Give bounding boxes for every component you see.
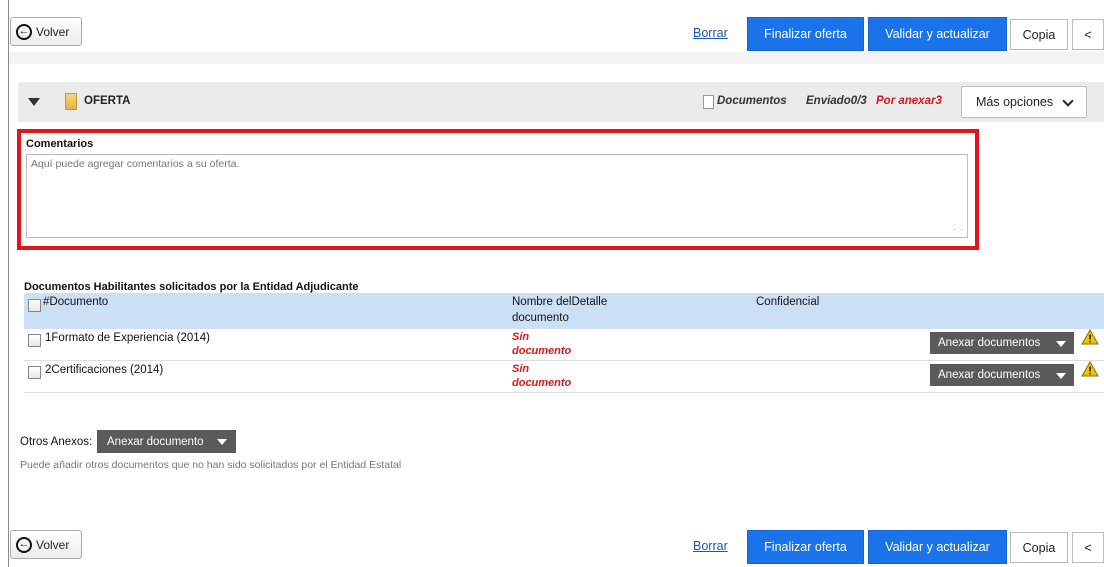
dropdown-arrow-icon [1056, 373, 1066, 379]
documentos-label: Documentos [717, 95, 787, 107]
col-nombre-line2: documento [512, 312, 569, 324]
back-arrow-icon: ← [16, 23, 32, 40]
table-row: 1Formato de Experiencia (2014) Sin docum… [24, 329, 1104, 361]
document-name: 1Formato de Experiencia (2014) [45, 332, 210, 344]
folder-icon [65, 93, 77, 110]
anexar-documentos-button[interactable]: Anexar documentos [930, 364, 1074, 386]
validar-actualizar-button[interactable]: Validar y actualizar [868, 17, 1007, 51]
anexar-documento-label: Anexar documento [107, 435, 204, 448]
back-arrow-icon: ← [16, 536, 32, 553]
dropdown-arrow-icon [217, 439, 227, 445]
enviado-count: Enviado0/3 [806, 95, 867, 107]
document-status: Sin documento [512, 330, 582, 358]
anexar-documentos-button[interactable]: Anexar documentos [930, 332, 1074, 354]
document-name: 2Certificaciones (2014) [45, 364, 164, 376]
borrar-link[interactable]: Borrar [693, 26, 728, 40]
otros-anexos-label: Otros Anexos: [20, 436, 93, 448]
volver-button[interactable]: ← Volver [10, 530, 82, 559]
mas-opciones-label: Más opciones [976, 95, 1054, 109]
comentarios-label: Comentarios [26, 138, 94, 150]
por-anexar-count: Por anexar3 [876, 95, 942, 107]
select-all-checkbox[interactable] [28, 299, 41, 312]
bottom-toolbar: ← Volver Borrar Finalizar oferta Validar… [10, 530, 1104, 564]
copia-button[interactable]: Copia [1010, 19, 1068, 50]
mas-opciones-button[interactable]: Más opciones [961, 86, 1087, 118]
borrar-link[interactable]: Borrar [693, 539, 728, 553]
volver-button[interactable]: ← Volver [10, 17, 82, 46]
row-checkbox[interactable] [28, 366, 41, 379]
anexar-documentos-label: Anexar documentos [938, 337, 1041, 349]
finalizar-oferta-button[interactable]: Finalizar oferta [747, 17, 864, 51]
row-checkbox[interactable] [28, 334, 41, 347]
anexar-documento-button[interactable]: Anexar documento [97, 430, 236, 453]
oferta-header: OFERTA Documentos Enviado0/3 Por anexar3… [18, 82, 1104, 122]
warning-icon [1081, 361, 1099, 377]
col-nombre-line1: Nombre delDetalle [512, 296, 608, 308]
documentos-table-header: #Documento Nombre delDetalle documento C… [24, 293, 1104, 329]
volver-label: Volver [36, 537, 70, 552]
status-line1: Sin [512, 331, 530, 343]
resize-grip-icon[interactable]: · · · · [953, 222, 965, 236]
separator-strip [9, 52, 1104, 64]
document-status: Sin documento [512, 362, 582, 390]
volver-label: Volver [36, 24, 70, 39]
document-icon [703, 95, 714, 109]
finalizar-oferta-button[interactable]: Finalizar oferta [747, 530, 864, 564]
status-line2: documento [512, 345, 572, 357]
chevron-down-icon [1062, 95, 1074, 107]
anexar-documentos-label: Anexar documentos [938, 369, 1041, 381]
dropdown-arrow-icon [1056, 341, 1066, 347]
expand-caret-icon[interactable] [28, 98, 40, 106]
comentarios-textarea[interactable] [26, 154, 968, 238]
col-confidencial: Confidencial [756, 296, 820, 308]
collapse-button[interactable]: < [1072, 19, 1104, 50]
top-toolbar: ← Volver Borrar Finalizar oferta Validar… [10, 17, 1104, 51]
otros-anexos-hint: Puede añadir otros documentos que no han… [20, 459, 402, 471]
status-line1: Sin [512, 363, 530, 375]
documentos-section-title: Documentos Habilitantes solicitados por … [24, 281, 359, 293]
table-row: 2Certificaciones (2014) Sin documento An… [24, 361, 1104, 393]
warning-icon [1081, 329, 1099, 345]
col-documento: #Documento [43, 296, 109, 308]
status-line2: documento [512, 377, 572, 389]
collapse-button[interactable]: < [1072, 532, 1104, 563]
oferta-title: OFERTA [84, 95, 131, 107]
copia-button[interactable]: Copia [1010, 532, 1068, 563]
validar-actualizar-button[interactable]: Validar y actualizar [868, 530, 1007, 564]
